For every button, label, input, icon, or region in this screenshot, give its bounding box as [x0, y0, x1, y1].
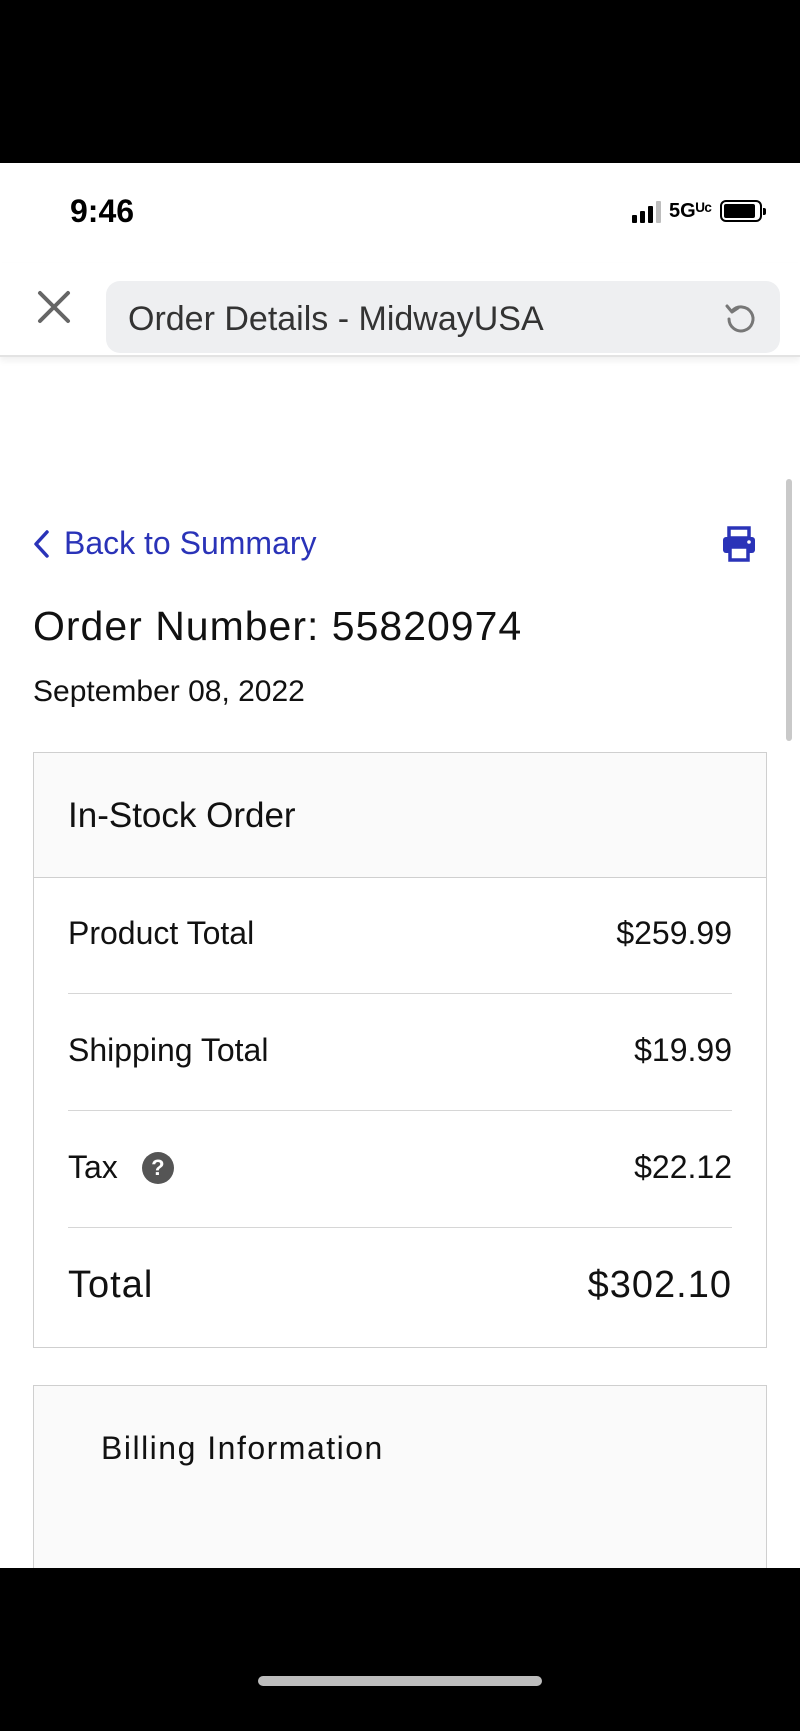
shipping-total-row: Shipping Total $19.99 [68, 994, 732, 1111]
phone-screen: 9:46 5Gᵁᶜ Order Details - MidwayUSA Back… [0, 163, 800, 1568]
status-bar: 9:46 5Gᵁᶜ [0, 163, 800, 263]
billing-information-card: Billing Information [33, 1385, 767, 1568]
row-label: Shipping Total [68, 1032, 269, 1068]
browser-header: Order Details - MidwayUSA [0, 263, 800, 357]
back-to-summary-link[interactable]: Back to Summary [32, 525, 317, 562]
page-title: Order Details - MidwayUSA [128, 300, 544, 338]
tax-label-group: Tax ? [68, 1149, 174, 1186]
row-value: $302.10 [587, 1264, 732, 1306]
chevron-left-icon [34, 529, 49, 558]
home-indicator[interactable] [258, 1676, 542, 1686]
card-header: In-Stock Order [34, 753, 766, 878]
signal-icon [632, 199, 662, 223]
status-indicators: 5Gᵁᶜ [632, 199, 766, 223]
reload-icon [725, 304, 755, 333]
order-date: September 08, 2022 [33, 675, 305, 708]
printer-icon [723, 526, 755, 562]
row-value: $22.12 [634, 1149, 732, 1185]
product-total-row: Product Total $259.99 [68, 877, 732, 994]
battery-icon [720, 200, 766, 222]
row-value: $259.99 [616, 915, 732, 951]
close-button[interactable] [30, 283, 78, 331]
scrollbar[interactable] [786, 479, 792, 741]
order-number: Order Number: 55820974 [33, 603, 523, 649]
in-stock-order-card: In-Stock Order Product Total $259.99 Shi… [33, 752, 767, 1348]
reload-button[interactable] [722, 299, 760, 337]
card-title: In-Stock Order [68, 796, 296, 835]
row-label: Total [68, 1264, 154, 1306]
row-label: Product Total [68, 915, 255, 951]
billing-title: Billing Information [101, 1430, 384, 1466]
status-time: 9:46 [70, 193, 135, 229]
tax-row: Tax ? $22.12 [68, 1111, 732, 1228]
address-bar[interactable]: Order Details - MidwayUSA [106, 281, 780, 353]
total-row: Total $302.10 [68, 1228, 732, 1344]
row-label: Tax [68, 1149, 118, 1185]
back-link-label: Back to Summary [64, 525, 317, 561]
network-label: 5Gᵁᶜ [669, 199, 712, 222]
help-icon[interactable]: ? [141, 1151, 174, 1184]
row-value: $19.99 [634, 1032, 732, 1068]
print-button[interactable] [720, 525, 758, 563]
close-icon [38, 291, 70, 323]
